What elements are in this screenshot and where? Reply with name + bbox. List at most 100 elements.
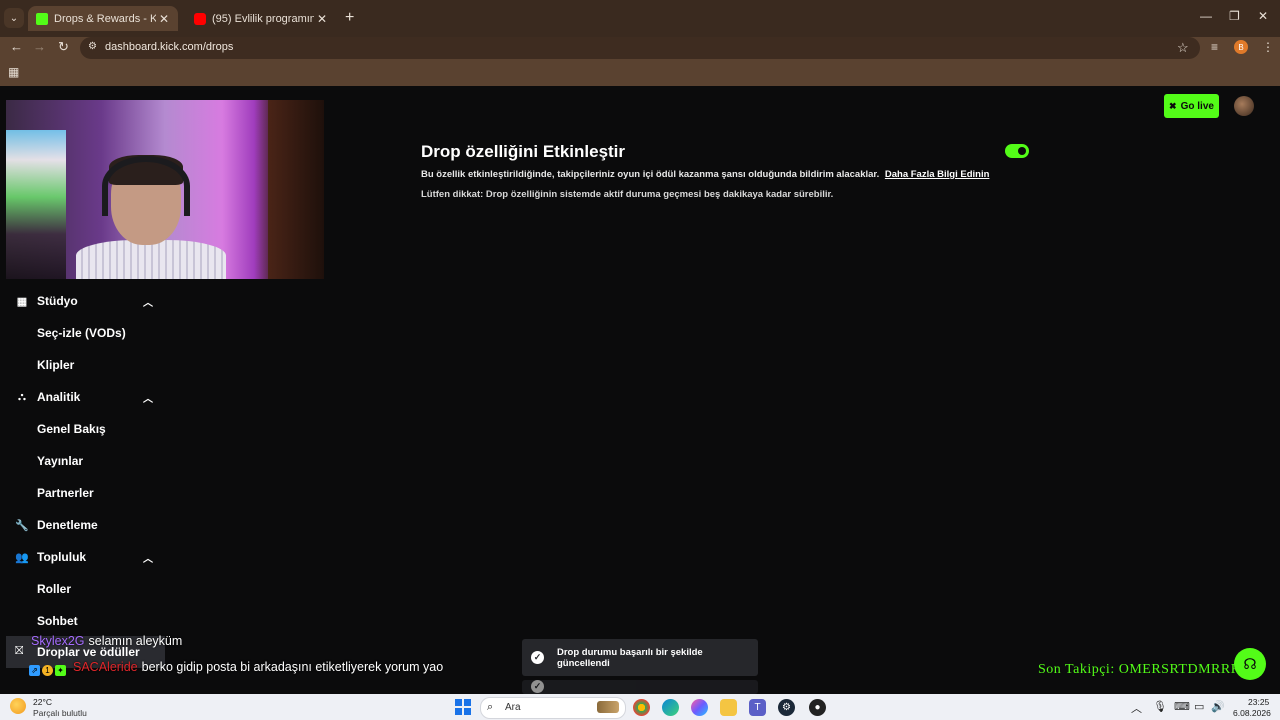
drops-title: Drop özelliğini Etkinleştir bbox=[421, 142, 626, 161]
sidebar-item-label: Topluluk bbox=[37, 550, 87, 564]
windows-taskbar: 22°C Parçalı bulutlu ⌕ Ara T ⚙ ● ︿ 🎙 ⌨ ▭… bbox=[0, 694, 1280, 720]
description-text: Bu özellik etkinleştirildiğinde, takipçi… bbox=[421, 169, 880, 180]
sidebar-item-label: Partnerler bbox=[37, 486, 94, 500]
tab-title: (95) Evlilik programında erkeğ bbox=[212, 12, 314, 25]
sidebar-item-chat[interactable]: Sohbet bbox=[0, 606, 170, 636]
network-icon[interactable]: ▭ bbox=[1194, 700, 1204, 713]
support-chat-icon[interactable]: ☊ bbox=[1234, 648, 1266, 680]
chat-text: selamın aleyküm bbox=[88, 634, 183, 648]
search-icon: ⌕ bbox=[487, 701, 494, 713]
obs-icon[interactable]: ● bbox=[809, 699, 826, 716]
restore-icon[interactable]: ❐ bbox=[1229, 9, 1240, 23]
drops-note: Lütfen dikkat: Drop özelliğinin sistemde… bbox=[421, 189, 834, 200]
profile-avatar[interactable]: B bbox=[1234, 40, 1248, 54]
sidebar-item-roles[interactable]: Roller bbox=[0, 574, 170, 604]
previous-toast: ✓ bbox=[522, 680, 758, 694]
sidebar-item-label: Klipler bbox=[37, 358, 75, 372]
toast-message: Drop durumu başarılı bir şekilde güncell… bbox=[557, 646, 703, 669]
back-icon[interactable]: ← bbox=[10, 39, 23, 54]
drops-description: Bu özellik etkinleştirildiğinde, takipçi… bbox=[421, 169, 989, 180]
volume-icon[interactable]: 🔊 bbox=[1211, 700, 1225, 713]
forward-icon[interactable]: → bbox=[33, 39, 46, 54]
studio-icon: ▦ bbox=[16, 295, 28, 308]
browser-toolbar: ← → ↻ ⚙ dashboard.kick.com/drops ☆ ≡ B ⋮ bbox=[0, 37, 1280, 59]
minimize-icon[interactable]: — bbox=[1200, 9, 1212, 23]
search-highlight-image bbox=[597, 701, 619, 713]
keyboard-icon[interactable]: ⌨ bbox=[1174, 700, 1190, 713]
tab-search-chevron-icon[interactable]: ⌄ bbox=[4, 8, 24, 28]
site-info-icon[interactable]: ⚙ bbox=[88, 41, 97, 52]
close-tab-icon[interactable]: ✕ bbox=[314, 12, 330, 26]
tab-kick-dashboard[interactable]: Drops & Rewards - Kick Dashbo ✕ bbox=[28, 6, 178, 31]
weather-temperature: 22°C bbox=[33, 697, 52, 707]
sidebar-item-partners[interactable]: Partnerler bbox=[0, 478, 170, 508]
close-window-icon[interactable]: ✕ bbox=[1258, 9, 1268, 23]
badge-icon: ⇗ bbox=[29, 665, 40, 676]
user-avatar[interactable] bbox=[1234, 96, 1254, 116]
reading-list-icon[interactable]: ≡ bbox=[1211, 40, 1218, 54]
new-tab-icon[interactable]: + bbox=[345, 9, 354, 27]
browser-menu-icon[interactable]: ⋮ bbox=[1262, 40, 1274, 54]
toggle-knob bbox=[1018, 147, 1026, 155]
chat-overlay-message: SACAleride berko gidip posta bi arkadaşın… bbox=[73, 660, 443, 674]
reload-icon[interactable]: ↻ bbox=[58, 39, 69, 55]
sidebar-item-analytics[interactable]: ⛬ Analitik ︿ bbox=[0, 382, 170, 412]
sidebar-item-label: Roller bbox=[37, 582, 72, 596]
weather-icon[interactable] bbox=[10, 698, 26, 714]
bookmarks-bar: ▦ bbox=[0, 59, 1280, 86]
weather-condition: Parçalı bulutlu bbox=[33, 708, 87, 718]
check-circle-icon: ✓ bbox=[531, 680, 544, 693]
sidebar-item-label: Genel Bakış bbox=[37, 422, 106, 436]
badge-icon: ✦ bbox=[55, 665, 66, 676]
go-live-label: Go live bbox=[1180, 100, 1214, 112]
address-bar[interactable]: ⚙ dashboard.kick.com/drops bbox=[80, 37, 1200, 59]
sidebar-item-studio[interactable]: ▦ Stüdyo ︿ bbox=[0, 286, 170, 316]
edge-icon[interactable] bbox=[662, 699, 679, 716]
drops-enable-toggle[interactable] bbox=[1005, 144, 1029, 158]
chat-text: berko gidip posta bi arkadaşını etiketli… bbox=[141, 660, 444, 674]
sidebar-item-label: Stüdyo bbox=[37, 294, 78, 308]
taskbar-time: 23:25 bbox=[1248, 697, 1270, 707]
search-placeholder: Ara bbox=[505, 702, 521, 713]
chevron-up-icon[interactable]: ︿ bbox=[143, 550, 153, 565]
file-explorer-icon[interactable] bbox=[720, 699, 737, 716]
chrome-icon[interactable] bbox=[633, 699, 650, 716]
webcam-overlay bbox=[6, 100, 324, 279]
microphone-icon[interactable]: 🎙 bbox=[1153, 700, 1167, 713]
sidebar-item-label: Yayınlar bbox=[37, 454, 84, 468]
sidebar-item-moderation[interactable]: 🔧 Denetleme bbox=[0, 510, 170, 540]
chat-username: SACAleride bbox=[73, 660, 138, 674]
browser-tab-bar: ⌄ Drops & Rewards - Kick Dashbo ✕ (95) E… bbox=[0, 0, 1280, 37]
kick-favicon-icon bbox=[36, 12, 48, 25]
sidebar-item-label: Seç-izle (VODs) bbox=[37, 326, 126, 340]
sidebar-item-streams[interactable]: Yayınlar bbox=[0, 446, 170, 476]
last-follower-overlay: Son Takipçi: OMERSRTDMRRR bbox=[1038, 662, 1241, 677]
check-circle-icon: ✓ bbox=[531, 651, 544, 664]
chat-badges: ⇗ 1 ✦ bbox=[29, 660, 69, 676]
learn-more-link[interactable]: Daha Fazla Bilgi Edinin bbox=[885, 169, 990, 180]
taskbar-search[interactable]: ⌕ Ara bbox=[480, 697, 626, 719]
sidebar-item-overview[interactable]: Genel Bakış bbox=[0, 414, 170, 444]
copilot-icon[interactable] bbox=[691, 699, 708, 716]
kick-logo-icon: ✖ bbox=[1169, 100, 1177, 111]
apps-grid-icon[interactable]: ▦ bbox=[8, 65, 19, 79]
close-tab-icon[interactable]: ✕ bbox=[156, 12, 172, 26]
chat-username: Skylex2G bbox=[31, 634, 85, 648]
sidebar-item-vods[interactable]: Seç-izle (VODs) bbox=[0, 318, 170, 348]
chevron-up-icon[interactable]: ︿ bbox=[143, 390, 153, 405]
bookmark-star-icon[interactable]: ☆ bbox=[1177, 40, 1189, 56]
steam-icon[interactable]: ⚙ bbox=[778, 699, 795, 716]
tab-youtube[interactable]: (95) Evlilik programında erkeğ ✕ bbox=[186, 6, 336, 31]
chevron-up-icon[interactable]: ︿ bbox=[143, 294, 153, 309]
youtube-favicon-icon bbox=[194, 12, 206, 25]
tab-title: Drops & Rewards - Kick Dashbo bbox=[54, 12, 156, 25]
go-live-button[interactable]: ✖ Go live bbox=[1164, 94, 1219, 118]
sidebar-item-clips[interactable]: Klipler bbox=[0, 350, 170, 380]
sidebar-item-community[interactable]: 👥 Topluluk ︿ bbox=[0, 542, 170, 572]
teams-icon[interactable]: T bbox=[749, 699, 766, 716]
tray-overflow-icon[interactable]: ︿ bbox=[1131, 700, 1142, 716]
gift-icon: ⛝ bbox=[15, 645, 24, 657]
success-toast: ✓ Drop durumu başarılı bir şekilde günce… bbox=[522, 639, 758, 676]
start-button[interactable] bbox=[455, 699, 471, 715]
sidebar-item-label: Sohbet bbox=[37, 614, 78, 628]
